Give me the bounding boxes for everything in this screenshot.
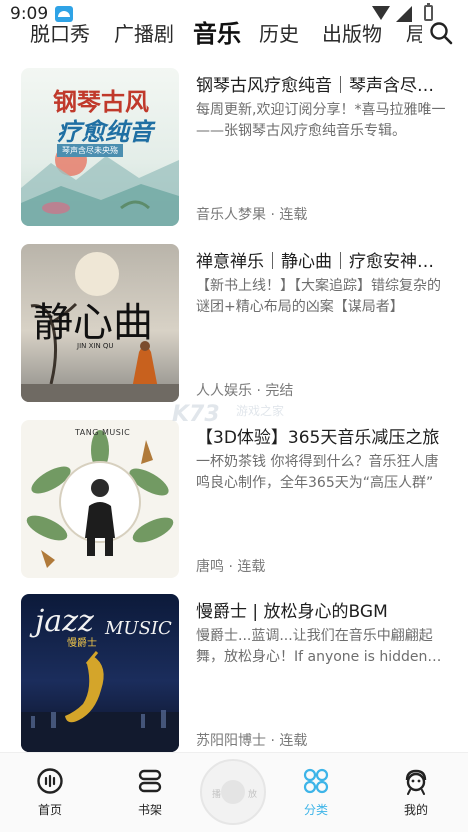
tab-talk-show[interactable]: 脱口秀: [30, 18, 90, 47]
tab-radio-drama[interactable]: 广播剧: [114, 18, 174, 47]
player-text-right: 放: [248, 790, 258, 800]
nav-bookshelf-label: 书架: [137, 803, 162, 817]
book-meta: 音乐人梦果 · 连载: [196, 207, 308, 223]
watermark-site: 游戏之家: [236, 404, 285, 418]
player-text-left: 播: [212, 790, 222, 800]
book-meta: 唐鸣 · 连载: [196, 559, 266, 575]
bookshelf-icon: [138, 769, 162, 793]
cover-tag: 琴声含尽未央殇: [57, 144, 123, 157]
cover-title-line2: 疗愈纯音: [57, 117, 153, 146]
nav-bookshelf[interactable]: 书架: [120, 767, 180, 818]
book-description: 每周更新,欢迎订阅分享！*喜马拉雅唯一——张钢琴古风疗愈纯音乐专辑。: [196, 102, 446, 139]
book-meta: 苏阳阳博士 · 连载: [196, 733, 308, 749]
player-button[interactable]: 播 放: [200, 759, 266, 825]
nav-category[interactable]: 分类: [286, 767, 346, 818]
book-description: 一杯奶茶钱 你将得到什么？音乐狂人唐鸣良心制作，全年365天为“高压人群”: [196, 454, 439, 491]
nav-home[interactable]: 首页: [20, 767, 80, 818]
bottom-navigation: 首页 书架 播 放 分类 我的: [0, 752, 468, 832]
book-title: 禅意禅乐｜静心曲｜疗愈安神助眠: [196, 252, 448, 272]
book-cover: 静心曲 JIN XIN QU: [21, 244, 179, 402]
nav-home-label: 首页: [37, 803, 62, 817]
tab-more[interactable]: 局: [406, 18, 422, 47]
cover-chinese-title: 慢爵士: [67, 638, 97, 649]
portrait-illustration: [26, 430, 174, 568]
tab-publications[interactable]: 出版物: [322, 18, 382, 47]
search-icon[interactable]: [428, 20, 454, 46]
cover-music: MUSIC: [105, 618, 172, 639]
nav-category-label: 分类: [303, 803, 328, 817]
watermark: K73 游戏之家: [172, 400, 302, 434]
nav-profile[interactable]: 我的: [386, 767, 446, 818]
book-description: 【新书上线！】【大案追踪】错综复杂的谜团+精心布局的凶案【谋局者】: [196, 278, 441, 315]
tab-music[interactable]: 音乐: [193, 14, 241, 49]
list-item[interactable]: TANG MUSIC 【3D体验】365天音乐减压之旅 一杯奶茶钱 你将得到什么…: [0, 420, 468, 582]
cover-subtitle: JIN XIN QU: [77, 342, 114, 350]
watermark-logo: K73: [172, 402, 220, 427]
home-icon: [37, 768, 63, 794]
list-item[interactable]: 钢琴古风 疗愈纯音 琴声含尽未央殇 钢琴古风疗愈纯音｜琴声含尽人间情 每周更新,…: [0, 68, 468, 230]
book-title: 慢爵士 | 放松身心的BGM: [196, 602, 388, 622]
category-tab-bar: 脱口秀 广播剧 音乐 历史 出版物 局: [0, 12, 468, 54]
profile-icon: [405, 769, 427, 795]
nav-profile-label: 我的: [403, 803, 428, 817]
book-meta: 人人娱乐 · 完结: [196, 383, 294, 399]
cover-brand: TANG MUSIC: [75, 428, 131, 437]
list-item[interactable]: jazz MUSIC 慢爵士 慢爵士 | 放松身心的BGM 慢爵士...蓝调..…: [0, 594, 468, 756]
cover-title: 静心曲: [33, 300, 153, 346]
play-disc-icon: [221, 780, 245, 804]
list-item[interactable]: 静心曲 JIN XIN QU 禅意禅乐｜静心曲｜疗愈安神助眠 【新书上线！】【大…: [0, 244, 468, 406]
book-cover: 钢琴古风 疗愈纯音 琴声含尽未央殇: [21, 68, 179, 226]
book-cover: jazz MUSIC 慢爵士: [21, 594, 179, 752]
book-title: 钢琴古风疗愈纯音｜琴声含尽人间情: [196, 76, 448, 96]
book-cover: TANG MUSIC: [21, 420, 179, 578]
category-icon: [303, 768, 329, 794]
book-description: 慢爵士...蓝调...让我们在音乐中翩翩起舞，放松身心！If anyone is…: [196, 628, 433, 665]
tab-history[interactable]: 历史: [259, 18, 299, 47]
